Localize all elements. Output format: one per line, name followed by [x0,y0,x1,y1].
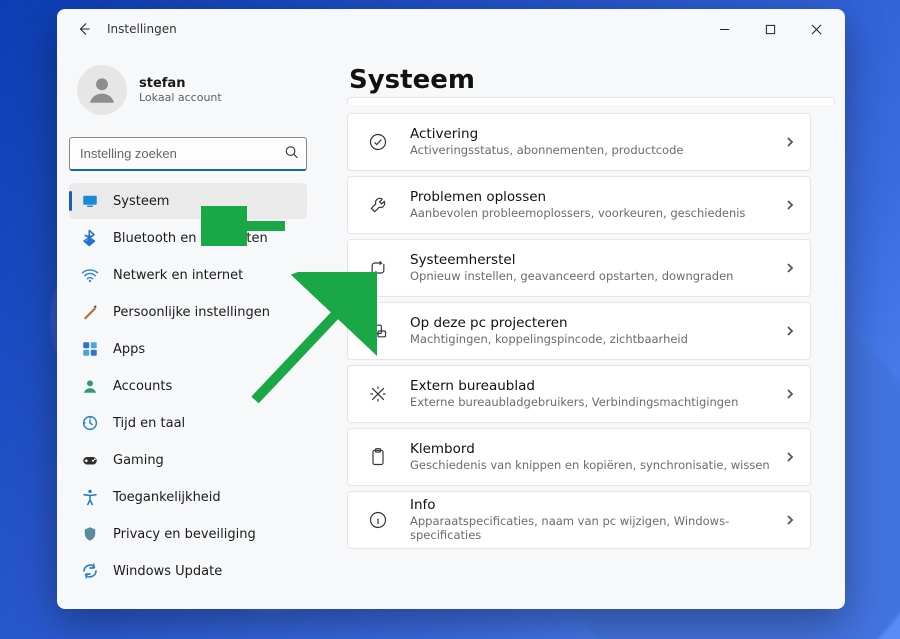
sidebar-item-gaming[interactable]: Gaming [69,442,307,478]
card-title: Problemen oplossen [410,189,745,206]
card-title: Klembord [410,441,770,458]
chevron-right-icon [784,133,796,152]
network-icon [81,266,99,284]
sidebar-item-label: Tijd en taal [113,416,185,431]
search-input[interactable] [69,137,307,171]
card-title: Op deze pc projecteren [410,315,688,332]
card-subtitle: Externe bureaubladgebruikers, Verbinding… [410,395,738,409]
accounts-icon [81,377,99,395]
window-title: Instellingen [107,22,177,36]
arrow-left-icon [77,22,91,36]
sidebar-item-label: Apps [113,342,145,357]
page-title: Systeem [349,65,811,95]
system-icon [81,192,99,210]
settings-window: Instellingen stefan Lokaal account [57,9,845,609]
profile-name: stefan [139,76,222,92]
activation-icon [364,128,392,156]
settings-card-project[interactable]: Op deze pc projecterenMachtigingen, kopp… [347,302,811,360]
update-icon [81,562,99,580]
profile-subtitle: Lokaal account [139,91,222,104]
minimize-icon [719,24,730,35]
card-subtitle: Opnieuw instellen, geavanceerd opstarten… [410,269,733,283]
gaming-icon [81,451,99,469]
sidebar-item-apps[interactable]: Apps [69,331,307,367]
recovery-icon [364,254,392,282]
card-subtitle: Aanbevolen probleemoplossers, voorkeuren… [410,206,745,220]
avatar [77,65,127,115]
chevron-right-icon [784,196,796,215]
about-icon [364,506,392,534]
chevron-right-icon [784,322,796,341]
sidebar-item-network[interactable]: Netwerk en internet [69,257,307,293]
main-content: Systeem ActiveringActiveringsstatus, abo… [319,49,845,609]
sidebar-item-label: Windows Update [113,564,222,579]
sidebar-item-accessibility[interactable]: Toegankelijkheid [69,479,307,515]
card-title: Activering [410,126,683,143]
troubleshoot-icon [364,191,392,219]
sidebar-item-label: Netwerk en internet [113,268,243,283]
card-subtitle: Apparaatspecificaties, naam van pc wijzi… [410,514,784,543]
person-icon [85,73,119,107]
chevron-right-icon [784,259,796,278]
settings-card-list: ActiveringActiveringsstatus, abonnemente… [347,113,811,549]
bluetooth-icon [81,229,99,247]
sidebar-item-accounts[interactable]: Accounts [69,368,307,404]
sidebar-item-label: Systeem [113,194,169,209]
maximize-button[interactable] [747,13,793,45]
time-icon [81,414,99,432]
sidebar-item-time[interactable]: Tijd en taal [69,405,307,441]
back-button[interactable] [67,12,101,46]
card-subtitle: Geschiedenis van knippen en kopiëren, sy… [410,458,770,472]
card-title: Extern bureaublad [410,378,738,395]
settings-card-about[interactable]: InfoApparaatspecificaties, naam van pc w… [347,491,811,549]
sidebar-item-update[interactable]: Windows Update [69,553,307,589]
chevron-right-icon [784,511,796,530]
personal-icon [81,303,99,321]
sidebar-item-personal[interactable]: Persoonlijke instellingen [69,294,307,330]
remote-icon [364,380,392,408]
card-title: Info [410,497,784,514]
settings-card-remote[interactable]: Extern bureaubladExterne bureaubladgebru… [347,365,811,423]
sidebar: stefan Lokaal account Systeem Bluetooth e… [57,49,319,609]
apps-icon [81,340,99,358]
card-subtitle: Machtigingen, koppelingspincode, zichtba… [410,332,688,346]
sidebar-item-systeem[interactable]: Systeem [69,183,307,219]
titlebar: Instellingen [57,9,845,49]
settings-card-recovery[interactable]: SysteemherstelOpnieuw instellen, geavanc… [347,239,811,297]
sidebar-item-label: Toegankelijkheid [113,490,221,505]
settings-card-clipboard[interactable]: KlembordGeschiedenis van knippen en kopi… [347,428,811,486]
nav-list: Systeem Bluetooth en apparaten Netwerk en … [69,183,319,589]
sidebar-item-label: Persoonlijke instellingen [113,305,270,320]
sidebar-item-label: Gaming [113,453,164,468]
minimize-button[interactable] [701,13,747,45]
privacy-icon [81,525,99,543]
sidebar-item-label: Accounts [113,379,172,394]
settings-card-troubleshoot[interactable]: Problemen oplossenAanbevolen probleemopl… [347,176,811,234]
sidebar-item-privacy[interactable]: Privacy en beveiliging [69,516,307,552]
card-title: Systeemherstel [410,252,733,269]
maximize-icon [765,24,776,35]
card-subtitle: Activeringsstatus, abonnementen, product… [410,143,683,157]
close-button[interactable] [793,13,839,45]
profile-block[interactable]: stefan Lokaal account [69,55,319,129]
settings-card-activation[interactable]: ActiveringActiveringsstatus, abonnemente… [347,113,811,171]
sidebar-item-bluetooth[interactable]: Bluetooth en apparaten [69,220,307,256]
sidebar-item-label: Bluetooth en apparaten [113,231,268,246]
clipboard-icon [364,443,392,471]
chevron-right-icon [784,448,796,467]
chevron-right-icon [784,385,796,404]
accessibility-icon [81,488,99,506]
card-peek [347,97,835,105]
close-icon [811,24,822,35]
project-icon [364,317,392,345]
sidebar-item-label: Privacy en beveiliging [113,527,256,542]
